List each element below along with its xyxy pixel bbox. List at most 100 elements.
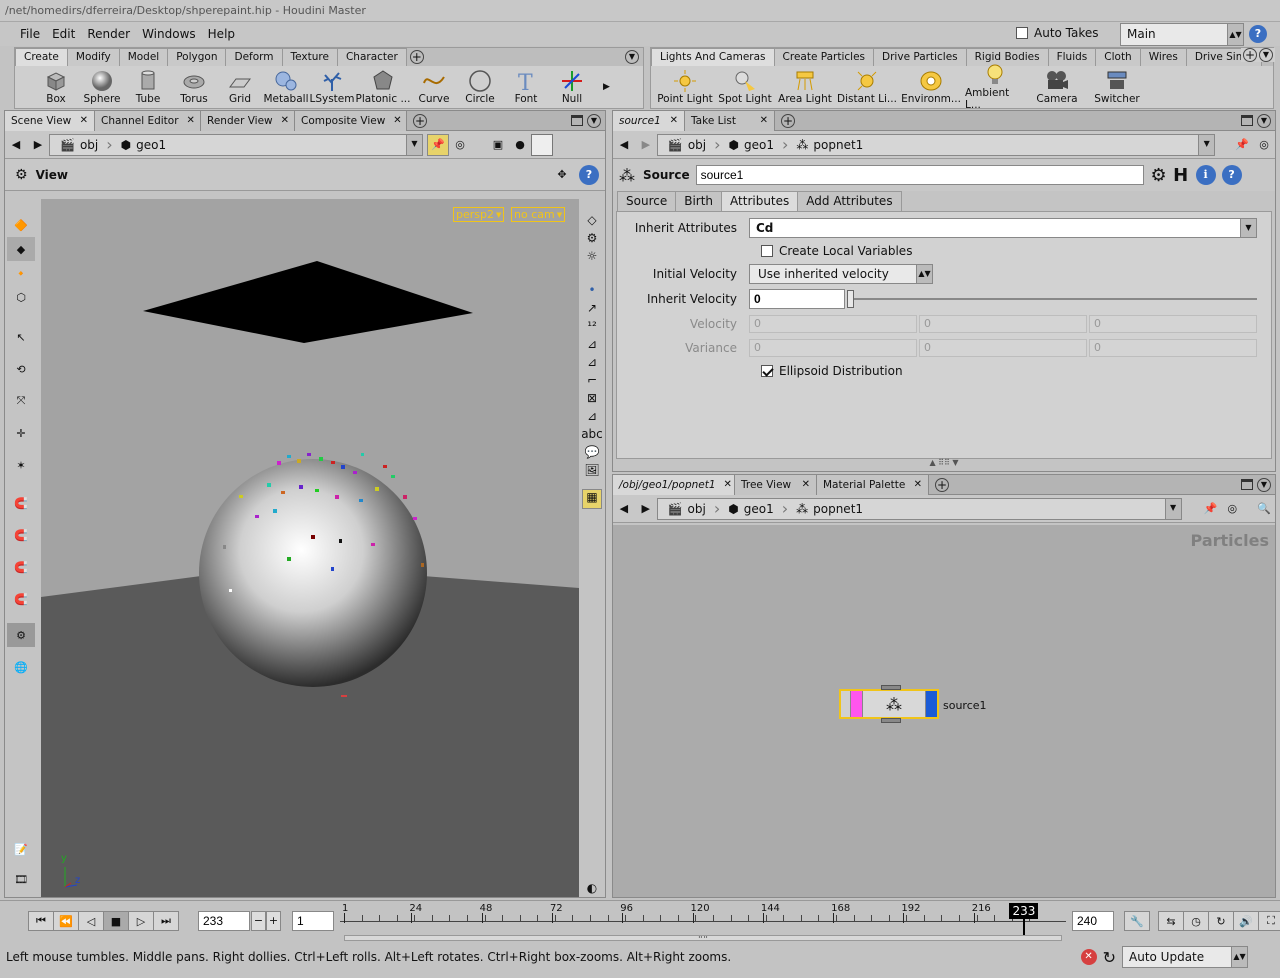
- tab-material-palette[interactable]: Material Palette ✕: [817, 474, 929, 495]
- point-normal-icon[interactable]: ↗: [587, 301, 597, 315]
- shelf-tab-drive-particles[interactable]: Drive Particles: [873, 48, 967, 66]
- uv-display-icon[interactable]: ⊠: [587, 391, 597, 405]
- tool-lsystem[interactable]: LSystem: [309, 69, 355, 105]
- background-image-icon[interactable]: 🖼: [584, 463, 599, 477]
- end-frame-input[interactable]: [1072, 911, 1114, 931]
- close-icon[interactable]: ✕: [670, 111, 678, 131]
- update-mode-select[interactable]: Auto Update ▲▼: [1122, 946, 1248, 968]
- view-settings-icon[interactable]: ✥: [551, 164, 573, 186]
- path-crumb-popnet1[interactable]: ⁂ popnet1: [788, 500, 871, 518]
- tool-curve[interactable]: Curve: [411, 69, 457, 105]
- maximize-icon[interactable]: [1241, 479, 1253, 490]
- menu-file[interactable]: File: [14, 22, 46, 46]
- loop-icon[interactable]: ↻: [1208, 911, 1234, 931]
- network-path-field[interactable]: 🎬 obj › ⬢ geo1 › ⁂ popnet1 ▼: [656, 497, 1182, 520]
- desktop-select[interactable]: Main ▲▼: [1120, 23, 1244, 46]
- tool-platonic[interactable]: Platonic ...: [355, 69, 411, 105]
- grid-view-icon[interactable]: ▦: [582, 489, 602, 509]
- forward-arrow-icon[interactable]: ▶: [635, 134, 657, 156]
- pin-icon[interactable]: 📌: [1200, 498, 1222, 520]
- auto-takes-toggle[interactable]: Auto Takes: [1016, 26, 1099, 40]
- menu-edit[interactable]: Edit: [46, 22, 81, 46]
- help-icon[interactable]: ?: [1249, 25, 1267, 43]
- add-tab-icon[interactable]: +: [413, 113, 427, 128]
- add-shelf-icon[interactable]: +: [1243, 48, 1257, 62]
- houdini-h-icon[interactable]: H: [1170, 164, 1192, 186]
- camera-menu[interactable]: persp2 ▼: [453, 207, 505, 222]
- link-icon[interactable]: ◎: [449, 134, 471, 156]
- update-refresh-icon[interactable]: ↻: [1103, 948, 1116, 967]
- auto-takes-checkbox[interactable]: [1016, 27, 1028, 39]
- cam-menu[interactable]: no cam ▼: [511, 207, 566, 222]
- realtime-icon[interactable]: ⇆: [1158, 911, 1184, 931]
- shelf-tab-fluids[interactable]: Fluids: [1047, 48, 1097, 66]
- folder-tab-attributes[interactable]: Attributes: [721, 190, 799, 212]
- shelf-tab-lights-cameras[interactable]: Lights And Cameras: [651, 48, 775, 66]
- node-display-flag[interactable]: [925, 691, 937, 717]
- viewport[interactable]: y z persp2 ▼ no cam ▼: [41, 199, 579, 897]
- node-template-flag[interactable]: [851, 691, 863, 717]
- back-arrow-icon[interactable]: ◀: [613, 134, 635, 156]
- initial-velocity-select[interactable]: Use inherited velocity ▲▼: [749, 264, 933, 284]
- source1-node[interactable]: ⁂: [839, 685, 939, 723]
- menu-render[interactable]: Render: [81, 22, 136, 46]
- pane-splitter-handle[interactable]: ▲ ⠿⠿ ▼: [613, 459, 1275, 467]
- vertex-display-icon[interactable]: ⊿: [587, 409, 597, 423]
- frame-decrement-button[interactable]: −: [251, 911, 266, 931]
- velocity-y-field[interactable]: 0: [919, 315, 1087, 333]
- tool-point-light[interactable]: Point Light: [657, 69, 713, 105]
- sculpt-tool-icon[interactable]: 🧲: [7, 587, 35, 611]
- pin-icon[interactable]: 📌: [427, 133, 449, 156]
- start-frame-input[interactable]: [292, 911, 334, 931]
- tool-area-light[interactable]: Area Light: [777, 69, 833, 105]
- tab-take-list[interactable]: Take List ✕: [685, 110, 775, 131]
- point-numbers-icon[interactable]: ¹²: [587, 319, 597, 333]
- snapshot-icon[interactable]: [531, 133, 553, 156]
- menu-help[interactable]: Help: [202, 22, 241, 46]
- close-icon[interactable]: ✕: [724, 475, 732, 495]
- add-shelf-icon[interactable]: +: [409, 50, 424, 64]
- folder-tab-birth[interactable]: Birth: [675, 190, 723, 212]
- variance-x-field[interactable]: 0: [749, 339, 917, 357]
- prim-numbers-icon[interactable]: ⊿: [587, 355, 597, 369]
- shelf-tab-texture[interactable]: Texture: [281, 48, 338, 66]
- tool-grid[interactable]: Grid: [217, 69, 263, 105]
- shelf-tab-character[interactable]: Character: [336, 48, 407, 66]
- timeline-ruler[interactable]: 1 24 48 72 96 120 144 168 192 216 233 ⠒⠒: [340, 903, 1066, 943]
- camera-look-icon[interactable]: ◐: [587, 881, 597, 895]
- tool-font[interactable]: T Font: [503, 69, 549, 105]
- tab-channel-editor[interactable]: Channel Editor ✕: [95, 110, 201, 131]
- film-icon[interactable]: 🎞: [7, 867, 35, 891]
- keyframe-icon[interactable]: ⛶: [1258, 911, 1280, 931]
- search-icon[interactable]: 🔍: [1253, 498, 1275, 520]
- path-crumb-geo1[interactable]: ⬢ geo1: [720, 500, 781, 518]
- tab-tree-view[interactable]: Tree View ✕: [735, 474, 817, 495]
- network-canvas[interactable]: Particles ⁂ source1: [613, 525, 1275, 897]
- view-tool-icon[interactable]: ⚙: [7, 623, 35, 647]
- tool-distant-light[interactable]: Distant Li...: [837, 69, 897, 105]
- path-crumb-obj[interactable]: 🎬 obj: [52, 136, 106, 154]
- node-bypass-flag[interactable]: [841, 691, 851, 717]
- velocity-x-field[interactable]: 0: [749, 315, 917, 333]
- shelf-tab-create-particles[interactable]: Create Particles: [773, 48, 875, 66]
- maximize-icon[interactable]: [1241, 115, 1253, 126]
- link-icon[interactable]: ◎: [1253, 134, 1275, 156]
- close-icon[interactable]: ✕: [393, 111, 401, 131]
- link-icon[interactable]: ◎: [1221, 498, 1243, 520]
- translate-handle-icon[interactable]: ✛: [7, 421, 35, 445]
- info-icon[interactable]: i: [1195, 165, 1216, 185]
- param-path-field[interactable]: 🎬 obj › ⬢ geo1 › ⁂ popnet1 ▼: [656, 133, 1216, 156]
- folder-tab-add-attributes[interactable]: Add Attributes: [797, 190, 902, 212]
- close-icon[interactable]: ✕: [281, 111, 289, 131]
- maximize-icon[interactable]: [571, 115, 583, 126]
- frame-increment-button[interactable]: +: [266, 911, 281, 931]
- create-local-checkbox[interactable]: [761, 245, 773, 257]
- inherit-attributes-field[interactable]: Cd ▼: [749, 218, 1257, 238]
- shelf-scroll-right-icon[interactable]: ▶: [603, 82, 610, 92]
- label-display-icon[interactable]: abc: [581, 427, 603, 441]
- scale-handle-icon[interactable]: ⤧: [7, 389, 35, 413]
- point-display-icon[interactable]: •: [588, 283, 595, 297]
- select-prims-icon[interactable]: ⬡: [7, 285, 35, 309]
- tool-sphere[interactable]: Sphere: [79, 69, 125, 105]
- pane-menu-icon[interactable]: ▼: [587, 113, 601, 128]
